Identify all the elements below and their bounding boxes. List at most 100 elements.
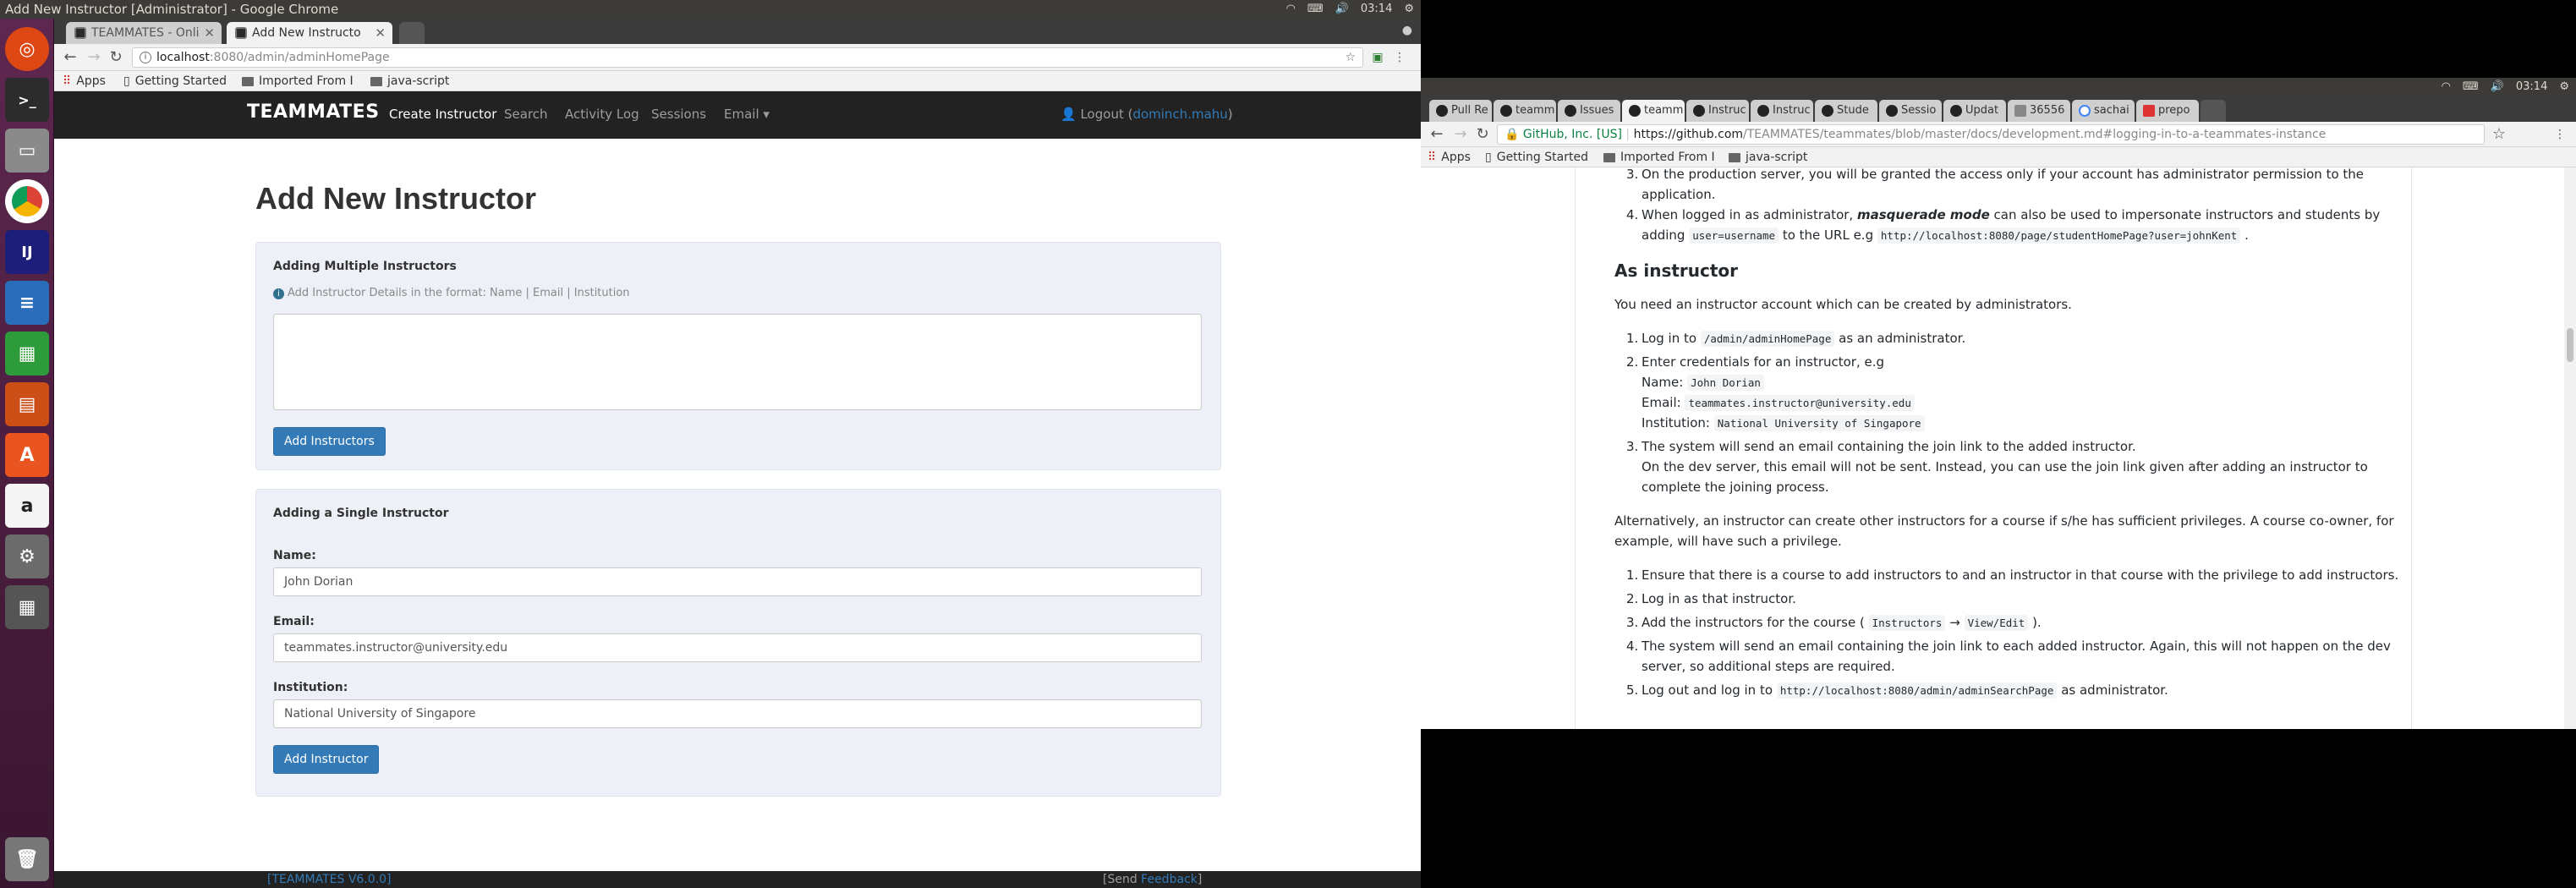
calculator-icon[interactable]: ▦	[5, 585, 49, 629]
chrome-icon[interactable]	[5, 179, 49, 223]
clock[interactable]: 03:14	[1361, 0, 1392, 19]
wifi-icon[interactable]: ◠	[1286, 0, 1296, 19]
bookmark-getting-started[interactable]: ▯ Getting Started	[1485, 147, 1588, 167]
github-icon	[1436, 105, 1448, 117]
address-bar[interactable]: i localhost:8080/admin/adminHomePage ☆	[132, 47, 1363, 68]
keyboard-icon[interactable]: ⌨	[2463, 78, 2479, 96]
forward-icon[interactable]: →	[85, 48, 103, 67]
menu-icon[interactable]: ⋮	[1390, 48, 1409, 67]
impress-icon[interactable]: ▤	[5, 382, 49, 426]
tab[interactable]: Issues	[1558, 100, 1620, 122]
version-link[interactable]: [TEAMMATES V6.0.0]	[267, 871, 391, 888]
chrome-window: TEAMMATES - Onli ✕ Add New Instructo ✕ ●…	[54, 19, 1421, 888]
close-icon[interactable]: ✕	[375, 22, 386, 44]
add-instructors-button[interactable]: Add Instructors	[273, 427, 386, 456]
scrollbar-thumb[interactable]	[2567, 328, 2573, 362]
tab[interactable]: sachai	[2072, 100, 2135, 122]
tab[interactable]: Instruc	[1751, 100, 1813, 122]
page-content: Add New Instructor Adding Multiple Instr…	[54, 139, 1421, 888]
brand-logo[interactable]: TEAMMATES	[247, 101, 380, 123]
star-icon[interactable]: ☆	[1345, 48, 1356, 67]
nav-email-dropdown[interactable]: Email ▾	[724, 107, 770, 122]
github-icon	[1629, 105, 1641, 117]
tab[interactable]: teamm	[1494, 100, 1556, 122]
send-feedback[interactable]: [Send Feedback]	[1103, 871, 1202, 888]
tab-add-new-instructor[interactable]: Add New Instructo ✕	[227, 22, 392, 44]
intellij-icon[interactable]: IJ	[5, 230, 49, 274]
apps-grid-icon: ⠿	[1428, 151, 1437, 164]
nav-activity-log[interactable]: Activity Log	[565, 107, 639, 122]
list-item: 4. The system will send an email containi…	[1626, 639, 2391, 654]
bookmark-imported[interactable]: Imported From I	[1603, 147, 1715, 167]
feedback-link[interactable]: Feedback	[1141, 873, 1198, 886]
tab-favicon-icon	[235, 27, 247, 39]
settings-icon[interactable]: ⚙	[5, 534, 49, 578]
add-instructor-button[interactable]: Add Instructor	[273, 745, 380, 774]
new-tab-button[interactable]	[399, 22, 425, 44]
trash-icon[interactable]: 🗑	[5, 837, 49, 881]
list-item-continued: complete the joining process.	[1642, 480, 1829, 495]
nav-search[interactable]: Search	[504, 107, 548, 122]
software-center-icon[interactable]: A	[5, 433, 49, 477]
extension-icon[interactable]: ▣	[1368, 48, 1387, 67]
bookmark-apps[interactable]: ⠿ Apps	[63, 71, 106, 91]
gear-icon[interactable]: ⚙	[1404, 0, 1414, 19]
nav-sessions[interactable]: Sessions	[651, 107, 706, 122]
bookmark-apps[interactable]: ⠿ Apps	[1428, 147, 1471, 167]
writer-icon[interactable]: ≡	[5, 281, 49, 325]
terminal-icon[interactable]: >_	[5, 78, 49, 122]
tab-teammates-online[interactable]: TEAMMATES - Onli ✕	[66, 22, 222, 44]
files-icon[interactable]: ▭	[5, 129, 49, 173]
list-item: 3. The system will send an email containi…	[1626, 439, 2136, 454]
tab[interactable]: Pull Re	[1429, 100, 1492, 122]
volume-icon[interactable]: 🔊	[1335, 0, 1349, 19]
bookmark-getting-started[interactable]: ▯ Getting Started	[123, 71, 227, 91]
browser-toolbar: ← → ↻ 🔒 GitHub, Inc. [US] | https://gith…	[1421, 122, 2576, 147]
bookmark-java-script[interactable]: java-script	[1729, 147, 1807, 167]
profile-icon[interactable]: ●	[1402, 24, 1412, 37]
bookmark-java-script[interactable]: java-script	[370, 71, 449, 91]
wifi-icon[interactable]: ◠	[2442, 78, 2451, 96]
right-monitor: ◠ ⌨ 🔊 03:14 ⚙ Pull Re teamm Issues teamm…	[1421, 0, 2576, 888]
tab[interactable]: Stude	[1815, 100, 1877, 122]
new-tab-button[interactable]	[2201, 100, 2226, 122]
section-heading: As instructor	[1614, 260, 1739, 281]
reload-icon[interactable]: ↻	[107, 48, 125, 67]
close-icon[interactable]: ✕	[204, 22, 215, 44]
volume-icon[interactable]: 🔊	[2491, 78, 2504, 96]
logout-link[interactable]: 👤 Logout (dominch.mahu)	[1061, 107, 1233, 122]
name-field[interactable]: John Dorian	[273, 567, 1202, 596]
tab-active[interactable]: teamm	[1622, 100, 1685, 122]
reload-icon[interactable]: ↻	[1473, 125, 1492, 144]
format-hint: i Add Instructor Details in the format: N…	[273, 287, 630, 299]
institution-label: Institution:	[273, 681, 348, 694]
doc-icon	[2014, 105, 2026, 117]
tab[interactable]: 36556	[2008, 100, 2070, 122]
list-item: 1. Ensure that there is a course to add i…	[1626, 567, 2399, 583]
clock[interactable]: 03:14	[2516, 78, 2547, 96]
gear-icon[interactable]: ⚙	[2559, 78, 2569, 96]
bookmark-imported[interactable]: Imported From I	[242, 71, 354, 91]
name-label: Name:	[273, 549, 316, 562]
tab[interactable]: Updat	[1943, 100, 2006, 122]
nav-create-instructor[interactable]: Create Instructor	[389, 107, 496, 122]
back-icon[interactable]: ←	[61, 48, 79, 67]
amazon-icon[interactable]: a	[5, 484, 49, 528]
keyboard-icon[interactable]: ⌨	[1307, 0, 1324, 19]
ubuntu-dash-icon[interactable]: ◎	[5, 27, 49, 71]
instructors-details-textarea[interactable]	[273, 314, 1202, 410]
email-field[interactable]: teammates.instructor@university.edu	[273, 633, 1202, 662]
institution-field[interactable]: National University of Singapore	[273, 699, 1202, 728]
menu-icon[interactable]: ⋮	[2551, 125, 2569, 144]
tab[interactable]: Sessio	[1879, 100, 1942, 122]
address-bar[interactable]: 🔒 GitHub, Inc. [US] | https://github.com…	[1497, 124, 2485, 145]
panel-heading: Adding a Single Instructor	[273, 507, 449, 520]
calc-icon[interactable]: ▦	[5, 332, 49, 375]
forward-icon[interactable]: →	[1451, 125, 1470, 144]
scrollbar[interactable]	[2564, 167, 2576, 729]
tab[interactable]: prepo	[2136, 100, 2199, 122]
back-icon[interactable]: ←	[1428, 125, 1446, 144]
star-icon[interactable]: ☆	[2490, 125, 2508, 144]
tab[interactable]: Instruc	[1686, 100, 1749, 122]
info-icon[interactable]: i	[140, 52, 151, 63]
